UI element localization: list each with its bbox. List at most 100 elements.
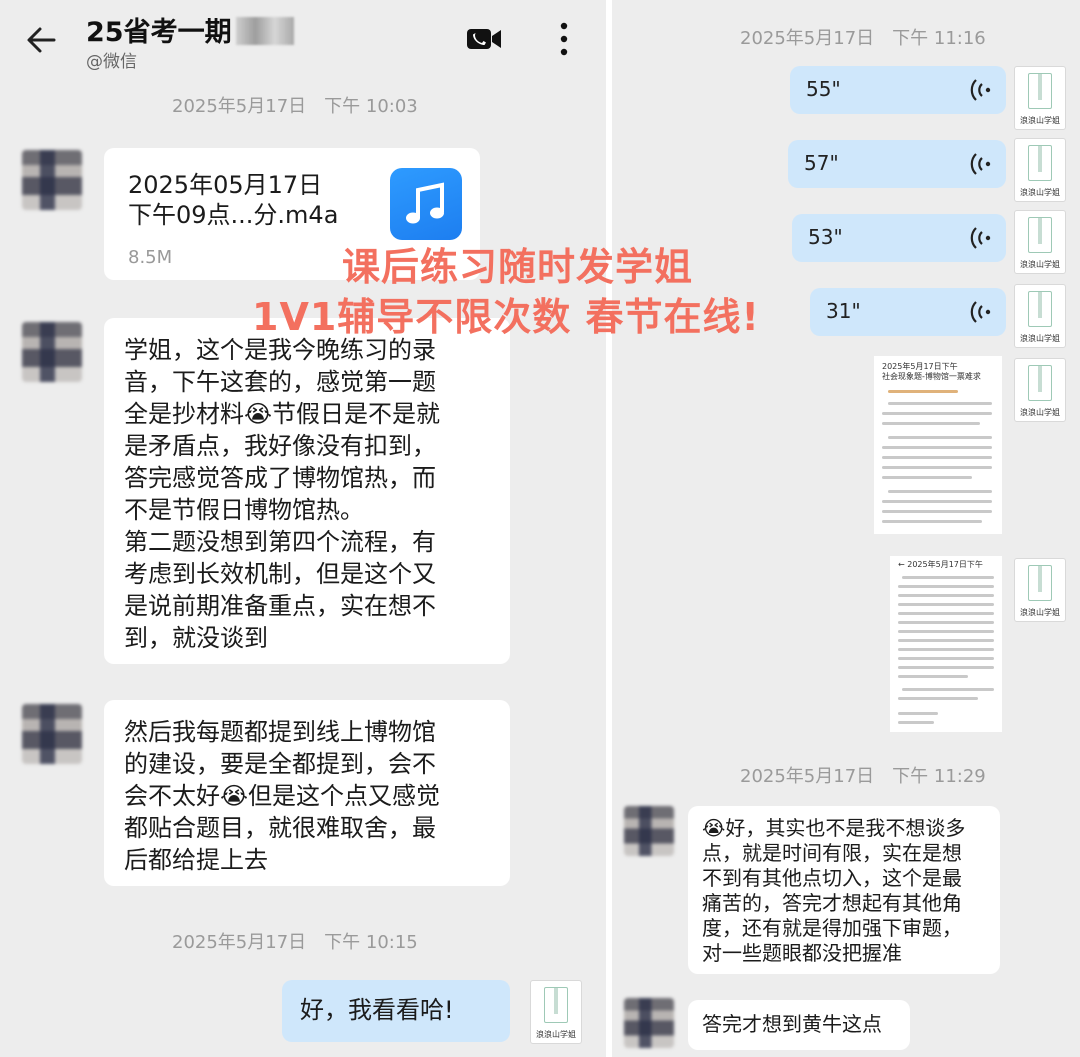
- video-call-icon[interactable]: [466, 26, 502, 52]
- file-name: 2025年05月17日 下午09点...分.m4a: [128, 171, 339, 229]
- contact-avatar[interactable]: [22, 704, 82, 764]
- contact-avatar[interactable]: [22, 150, 82, 210]
- voice-duration: 55": [806, 77, 841, 101]
- voice-message[interactable]: 57": [788, 140, 1006, 188]
- image-text-line: [882, 466, 992, 469]
- image-text-line: [898, 648, 994, 651]
- brand-label: 浪浪山学姐: [1020, 188, 1060, 197]
- image-text-line: [882, 476, 972, 479]
- image-text-line: [902, 688, 994, 691]
- image-text-line: [898, 612, 994, 615]
- image-text-line: [898, 721, 934, 724]
- voice-duration: 53": [808, 225, 843, 249]
- brand-label: 浪浪山学姐: [1020, 260, 1060, 269]
- brand-logo: [1028, 365, 1052, 401]
- image-text-line: [898, 666, 994, 669]
- brand-label: 浪浪山学姐: [1020, 608, 1060, 617]
- voice-message[interactable]: 55": [790, 66, 1006, 114]
- file-size: 8.5M: [128, 247, 173, 268]
- voice-message[interactable]: 31": [810, 288, 1006, 336]
- timestamp: 2025年5月17日 下午 10:15: [172, 932, 418, 953]
- voice-wave-icon: [970, 153, 991, 175]
- voice-wave-icon: [970, 301, 991, 323]
- image-message[interactable]: 2025年5月17日下午 社会现象题-博物馆一票难求: [874, 356, 1002, 534]
- message-bubble[interactable]: 答完才想到黄牛这点: [688, 1000, 910, 1050]
- image-text-line: [882, 510, 992, 513]
- music-note-icon: [406, 182, 444, 224]
- image-text-line: [898, 675, 968, 678]
- brand-logo: [1028, 217, 1052, 253]
- image-text-line: [888, 402, 992, 405]
- image-text-line: [882, 422, 980, 425]
- message-bubble[interactable]: 学姐，这个是我今晚练习的录 音，下午这套的，感觉第一题 全是抄材料😭节假日是不是…: [104, 318, 510, 664]
- brand-avatar[interactable]: 浪浪山学姐: [530, 980, 582, 1044]
- brand-logo: [1028, 291, 1052, 327]
- title-blur: [235, 17, 294, 45]
- back-arrow-icon[interactable]: [26, 26, 56, 54]
- contact-avatar[interactable]: [624, 806, 674, 856]
- image-text-line: [898, 712, 938, 715]
- brand-logo: [1028, 73, 1052, 109]
- brand-logo: [1028, 565, 1052, 601]
- voice-duration: 31": [826, 299, 861, 323]
- message-bubble[interactable]: 😭好，其实也不是我不想谈多 点，就是时间有限，实在是想 不到有其他点切入，这个是…: [688, 806, 1000, 974]
- voice-wave-icon: [970, 227, 991, 249]
- image-text-line: [898, 585, 994, 588]
- contact-avatar[interactable]: [22, 322, 82, 382]
- image-text-line: [898, 639, 994, 642]
- chat-title-text: 25省考一期: [86, 17, 232, 48]
- image-text-line: [882, 520, 982, 523]
- image-text-line: [888, 490, 992, 493]
- image-text-line: [882, 412, 992, 415]
- brand-label: 浪浪山学姐: [1020, 334, 1060, 343]
- image-text-line: [882, 446, 992, 449]
- right-chat-panel: 2025年5月17日 下午 11:16 55" 浪浪山学姐 57" 浪浪山学姐 …: [612, 0, 1080, 1057]
- more-vertical-icon[interactable]: [556, 20, 572, 58]
- brand-avatar[interactable]: 浪浪山学姐: [1014, 558, 1066, 622]
- message-text: 答完才想到黄牛这点: [702, 1012, 882, 1036]
- voice-wave-icon: [970, 79, 991, 101]
- contact-avatar[interactable]: [624, 998, 674, 1048]
- timestamp: 2025年5月17日 下午 10:03: [172, 96, 418, 117]
- message-text: 然后我每题都提到线上博物馆 的建设，要是全都提到，会不 会不太好😭但是这个点又感…: [124, 718, 441, 874]
- image-text-line: [882, 500, 992, 503]
- image-title: ← 2025年5月17日下午: [898, 560, 983, 569]
- image-text-line: [898, 621, 994, 624]
- message-text: 学姐，这个是我今晚练习的录 音，下午这套的，感觉第一题 全是抄材料😭节假日是不是…: [124, 336, 441, 652]
- brand-avatar[interactable]: 浪浪山学姐: [1014, 138, 1066, 202]
- music-file-tile: [390, 168, 462, 240]
- image-text-line: [888, 436, 992, 439]
- brand-label: 浪浪山学姐: [536, 1030, 576, 1039]
- chat-title: 25省考一期: [86, 10, 294, 49]
- voice-duration: 57": [804, 151, 839, 175]
- image-text-line: [898, 657, 994, 660]
- message-bubble[interactable]: 然后我每题都提到线上博物馆 的建设，要是全都提到，会不 会不太好😭但是这个点又感…: [104, 700, 510, 886]
- image-text-line: [898, 594, 994, 597]
- brand-avatar[interactable]: 浪浪山学姐: [1014, 66, 1066, 130]
- chat-header: 25省考一期 @微信: [0, 0, 606, 80]
- timestamp: 2025年5月17日 下午 11:29: [740, 766, 986, 787]
- image-message[interactable]: ← 2025年5月17日下午: [890, 556, 1002, 732]
- image-text-line: [882, 456, 992, 459]
- image-text-line: [898, 630, 994, 633]
- image-title: 2025年5月17日下午 社会现象题-博物馆一票难求: [882, 362, 981, 381]
- image-text-line: [898, 697, 978, 700]
- brand-logo: [1028, 145, 1052, 181]
- timestamp: 2025年5月17日 下午 11:16: [740, 28, 986, 49]
- brand-logo: [544, 987, 568, 1023]
- brand-label: 浪浪山学姐: [1020, 408, 1060, 417]
- message-text: 😭好，其实也不是我不想谈多 点，就是时间有限，实在是想 不到有其他点切入，这个是…: [702, 816, 966, 965]
- left-chat-panel: 25省考一期 @微信 2025年5月17日 下午 10:03 2025年05月1…: [0, 0, 606, 1057]
- voice-message[interactable]: 53": [792, 214, 1006, 262]
- message-text: 好，我看看哈!: [300, 996, 454, 1024]
- image-text-line: [902, 576, 994, 579]
- promo-overlay-line1: 课后练习随时发学姐: [342, 245, 694, 289]
- brand-label: 浪浪山学姐: [1020, 116, 1060, 125]
- my-message-bubble[interactable]: 好，我看看哈!: [282, 980, 510, 1042]
- image-text-line: [898, 603, 994, 606]
- brand-avatar[interactable]: 浪浪山学姐: [1014, 210, 1066, 274]
- brand-avatar[interactable]: 浪浪山学姐: [1014, 284, 1066, 348]
- brand-avatar[interactable]: 浪浪山学姐: [1014, 358, 1066, 422]
- promo-overlay-line2: 1V1辅导不限次数 春节在线!: [252, 295, 760, 339]
- chat-subtitle: @微信: [86, 52, 137, 72]
